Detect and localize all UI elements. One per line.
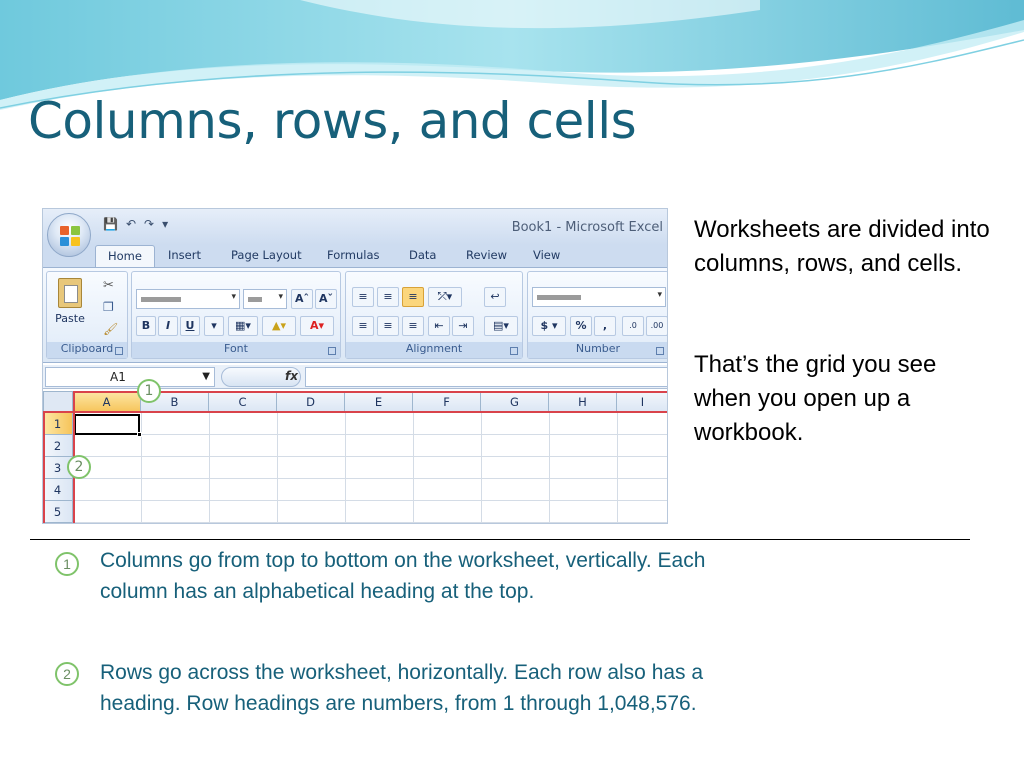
align-left-button[interactable]: ≡ (352, 316, 374, 336)
tab-page-layout[interactable]: Page Layout (231, 248, 302, 262)
font-group: ▾ ▾ Aˆ Aˇ B I U ▾ ▦▾ ▲▾ A▾ Font (131, 271, 341, 359)
format-painter-icon[interactable]: 🖌 (103, 322, 118, 336)
font-size-combo[interactable]: ▾ (243, 289, 287, 309)
customize-toolbar-icon[interactable]: ▾ (162, 217, 168, 231)
underline-button[interactable]: U (180, 316, 200, 336)
tab-insert[interactable]: Insert (168, 248, 201, 262)
note-text-2: Rows go across the worksheet, horizontal… (100, 661, 704, 715)
grow-font-button[interactable]: Aˆ (291, 289, 313, 309)
number-launcher-icon[interactable] (656, 347, 664, 355)
comma-button[interactable]: , (594, 316, 616, 336)
currency-label: $ (540, 319, 549, 332)
grid-line (73, 478, 667, 479)
grid-line (73, 500, 667, 501)
paste-icon (58, 278, 82, 308)
tab-formulas[interactable]: Formulas (327, 248, 380, 262)
excel-title-bar: 💾 ↶ ↷ ▾ Book1 - Microsoft Excel (43, 209, 667, 245)
slide-title: Columns, rows, and cells (28, 92, 637, 150)
select-all-corner[interactable] (43, 391, 73, 413)
font-group-label: Font (132, 342, 340, 358)
cut-icon[interactable]: ✂ (103, 278, 114, 293)
clipboard-group: Paste ✂ ❐ 🖌 Clipboard (46, 271, 128, 359)
note-number-2: 2 (55, 662, 79, 686)
redo-icon[interactable]: ↷ (144, 217, 154, 231)
ribbon-tabs: Home Insert Page Layout Formulas Data Re… (43, 245, 667, 268)
ribbon: Paste ✂ ❐ 🖌 Clipboard ▾ ▾ Aˆ Aˇ B I U ▾ … (43, 267, 667, 363)
office-logo-icon (60, 226, 80, 246)
grid-line (481, 413, 482, 523)
tab-view[interactable]: View (533, 248, 560, 262)
percent-button[interactable]: % (570, 316, 592, 336)
grid-line (73, 434, 667, 435)
save-icon[interactable]: 💾 (103, 217, 118, 231)
window-title: Book1 - Microsoft Excel (511, 220, 663, 235)
italic-button[interactable]: I (158, 316, 178, 336)
grid-line (73, 456, 667, 457)
increase-decimal-button[interactable]: .0 (622, 316, 644, 336)
number-group-label: Number (528, 342, 667, 358)
alignment-group-label: Alignment (346, 342, 522, 358)
font-color-button[interactable]: A▾ (300, 316, 334, 336)
column-headers-highlight (73, 391, 667, 413)
decrease-indent-button[interactable]: ⇤ (428, 316, 450, 336)
formula-bar: A1 ▼ fx (43, 365, 667, 389)
borders-button[interactable]: ▦▾ (228, 316, 258, 336)
grid-line (209, 413, 210, 523)
quick-access-toolbar: 💾 ↶ ↷ ▾ (103, 217, 168, 231)
formula-input[interactable] (305, 367, 667, 387)
align-center-button[interactable]: ≡ (377, 316, 399, 336)
name-box-dropdown-icon[interactable]: ▼ (202, 368, 210, 386)
callout-2: 2 (67, 455, 91, 479)
clipboard-launcher-icon[interactable] (115, 347, 123, 355)
middle-align-button[interactable]: ≡ (377, 287, 399, 307)
tab-review[interactable]: Review (466, 248, 507, 262)
orientation-button[interactable]: ⤱▾ (428, 287, 462, 307)
bold-button[interactable]: B (136, 316, 156, 336)
grid-line (413, 413, 414, 523)
worksheet-grid: ABCDEFGHI1234512 (43, 379, 667, 523)
office-button[interactable] (47, 213, 91, 257)
fill-color-button[interactable]: ▲▾ (262, 316, 296, 336)
alignment-launcher-icon[interactable] (510, 347, 518, 355)
note-number-1: 1 (55, 552, 79, 576)
side-paragraph-2: That’s the grid you see when you open up… (694, 351, 937, 446)
underline-dropdown-icon[interactable]: ▾ (204, 316, 224, 336)
name-box-value: A1 (110, 370, 126, 384)
copy-icon[interactable]: ❐ (103, 300, 114, 314)
note-text-1: Columns go from top to bottom on the wor… (100, 549, 706, 603)
fill-handle[interactable] (137, 432, 142, 437)
tab-data[interactable]: Data (409, 248, 436, 262)
divider-line (30, 539, 970, 540)
grid-line (549, 413, 550, 523)
grid-line (345, 413, 346, 523)
font-launcher-icon[interactable] (328, 347, 336, 355)
paste-button[interactable]: Paste (53, 278, 87, 338)
grid-line (141, 413, 142, 523)
side-paragraph-1: Worksheets are divided into columns, row… (694, 216, 990, 277)
merge-center-button[interactable]: ▤▾ (484, 316, 518, 336)
alignment-group: ≡ ≡ ≡ ⤱▾ ↩ ≡ ≡ ≡ ⇤ ⇥ ▤▾ Alignment (345, 271, 523, 359)
number-group: ▾ $ ▾ % , .0 .00 Number (527, 271, 667, 359)
callout-1: 1 (137, 379, 161, 403)
undo-icon[interactable]: ↶ (126, 217, 136, 231)
tab-home[interactable]: Home (95, 245, 155, 268)
font-name-combo[interactable]: ▾ (136, 289, 240, 309)
insert-function-icon[interactable]: fx (285, 369, 298, 383)
align-right-button[interactable]: ≡ (402, 316, 424, 336)
number-format-combo[interactable]: ▾ (532, 287, 666, 307)
excel-screenshot: 💾 ↶ ↷ ▾ Book1 - Microsoft Excel Home Ins… (42, 208, 668, 524)
top-align-button[interactable]: ≡ (352, 287, 374, 307)
wrap-text-button[interactable]: ↩ (484, 287, 506, 307)
grid-line (277, 413, 278, 523)
paste-label: Paste (55, 312, 85, 325)
currency-button[interactable]: $ ▾ (532, 316, 566, 336)
bottom-align-button[interactable]: ≡ (402, 287, 424, 307)
grid-line (617, 413, 618, 523)
grid-line (73, 522, 667, 523)
name-box[interactable]: A1 ▼ (45, 367, 215, 387)
active-cell-a1[interactable] (74, 414, 140, 435)
increase-indent-button[interactable]: ⇥ (452, 316, 474, 336)
shrink-font-button[interactable]: Aˇ (315, 289, 337, 309)
decrease-decimal-button[interactable]: .00 (646, 316, 667, 336)
